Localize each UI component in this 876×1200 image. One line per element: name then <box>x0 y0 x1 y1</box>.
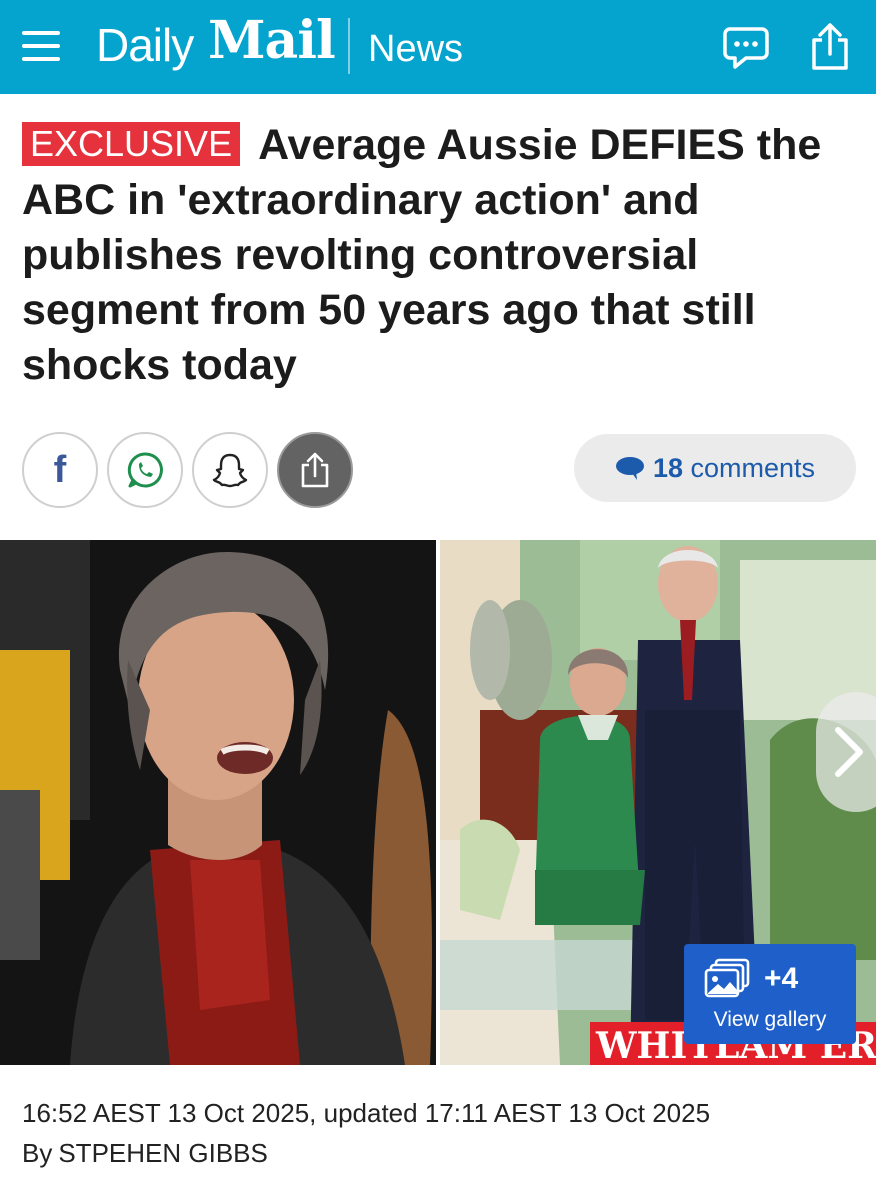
gallery-next-button[interactable] <box>816 692 876 812</box>
chevron-right-icon <box>835 727 863 777</box>
byline-prefix: By <box>22 1138 53 1168</box>
section-name[interactable]: News <box>368 28 463 71</box>
facebook-share-button[interactable]: f <box>22 432 98 508</box>
comments-label: 18 comments <box>653 453 815 484</box>
brand-divider <box>348 18 350 74</box>
brand-logo-mail[interactable]: Mail <box>208 10 336 71</box>
article-headline: EXCLUSIVE Average Aussie DEFIES the ABC i… <box>22 118 842 393</box>
gallery-count: +4 <box>764 962 799 995</box>
snapchat-icon <box>212 453 248 488</box>
menu-icon[interactable] <box>22 27 62 67</box>
view-gallery-label: View gallery <box>713 1008 827 1031</box>
comment-icon[interactable] <box>722 26 770 70</box>
comments-word: comments <box>690 452 816 483</box>
gallery-icon <box>704 958 750 998</box>
whatsapp-share-button[interactable] <box>107 432 183 508</box>
view-gallery-button[interactable]: +4 View gallery <box>684 944 856 1044</box>
facebook-icon: f <box>53 448 67 491</box>
article-byline: By STPEHEN GIBBS <box>22 1138 268 1169</box>
snapchat-share-button[interactable] <box>192 432 268 508</box>
top-header: Daily Mail News <box>0 0 876 94</box>
brand-logo-daily[interactable]: Daily <box>96 18 194 72</box>
comments-button[interactable]: 18 comments <box>574 434 856 502</box>
speech-bubble-icon <box>615 457 644 480</box>
whatsapp-icon <box>127 452 163 488</box>
comments-count: 18 <box>652 452 683 483</box>
share-icon[interactable] <box>806 22 854 72</box>
article-timestamp: 16:52 AEST 13 Oct 2025, updated 17:11 AE… <box>22 1098 711 1128</box>
share-icon <box>301 452 329 488</box>
article-photo-left[interactable] <box>0 540 436 1065</box>
exclusive-badge: EXCLUSIVE <box>22 122 241 166</box>
share-button[interactable] <box>277 432 353 508</box>
author-link[interactable]: STPEHEN GIBBS <box>58 1138 268 1168</box>
